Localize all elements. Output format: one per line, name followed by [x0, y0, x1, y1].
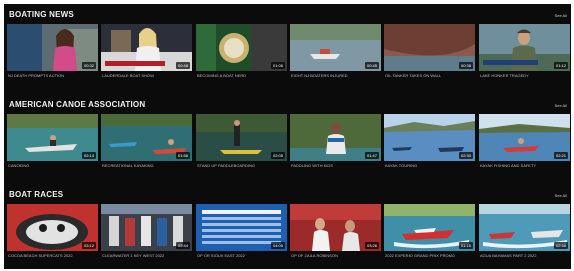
video-thumbnail[interactable]: 02:58 [479, 204, 570, 251]
video-thumbnail[interactable]: 01:12 [479, 24, 570, 71]
video-row: 02:14 CANOEING 01:58 RECREATIONAL KAYAKI… [7, 114, 570, 169]
duration-badge: 01:06 [270, 62, 285, 69]
video-card[interactable]: 02:30 KAYAK TOURING [384, 114, 475, 169]
video-caption[interactable]: RECREATIONAL KAYAKING [102, 163, 191, 168]
duration-badge: 00:32 [81, 62, 96, 69]
video-caption[interactable]: CANOEING [8, 163, 97, 168]
video-caption[interactable]: 2022 EXPERIO GRAND PRIX PROMO [385, 253, 474, 258]
video-caption[interactable]: KAYAK FISHING AND SAFETY [480, 163, 569, 168]
video-caption[interactable]: EIGHT NJ BOATERS INJURED [291, 73, 380, 78]
video-card[interactable]: 00:32 NJ DEATH PROMPTS ACTION [7, 24, 98, 79]
video-card[interactable]: 00:48 LAUDERDALE BOAT SHOW [101, 24, 192, 79]
duration-badge: 02:14 [81, 152, 96, 159]
video-card[interactable]: 02:05 STAND UP PADDLEBOARDING [196, 114, 287, 169]
duration-badge: 02:05 [270, 152, 285, 159]
video-card[interactable]: 02:58 AGUA BAHAMAS PART 2 2022 [479, 204, 570, 259]
duration-badge: 00:45 [364, 62, 379, 69]
section-header: AMERICAN CANOE ASSOCIATION See All [4, 97, 571, 111]
video-caption[interactable]: KAYAK TOURING [385, 163, 474, 168]
video-row: 03:12 COCOA BEACH SUPERCATS 2022 02:44 C… [7, 204, 570, 259]
section-header: BOAT RACES See All [4, 187, 571, 201]
video-gallery: BOATING NEWS See All 00:32 NJ DEATH PROM… [4, 4, 571, 269]
video-card[interactable]: 02:21 KAYAK FISHING AND SAFETY [479, 114, 570, 169]
video-thumbnail[interactable]: 03:12 [7, 204, 98, 251]
video-card[interactable]: 00:38 OIL TANKER TAKES ON WALL [384, 24, 475, 79]
video-card[interactable]: 02:14 CANOEING [7, 114, 98, 169]
video-thumbnail[interactable]: 00:45 [290, 24, 381, 71]
video-thumbnail[interactable]: 02:30 [384, 114, 475, 161]
duration-badge: 03:12 [81, 242, 96, 249]
duration-badge: 01:58 [175, 152, 190, 159]
video-card[interactable]: 01:47 PADDLING WITH KIDS [290, 114, 381, 169]
video-card[interactable]: 01:58 RECREATIONAL KAYAKING [101, 114, 192, 169]
video-card[interactable]: 01:12 LAKE HONKER TRAGEDY [479, 24, 570, 79]
video-card[interactable]: 01:15 2022 EXPERIO GRAND PRIX PROMO [384, 204, 475, 259]
video-caption[interactable]: BECOMING A BOAT NERD [197, 73, 286, 78]
duration-badge: 01:12 [553, 62, 568, 69]
video-row: 00:32 NJ DEATH PROMPTS ACTION 00:48 LAUD… [7, 24, 570, 79]
video-caption[interactable]: OIL TANKER TAKES ON WALL [385, 73, 474, 78]
video-card[interactable]: 04:05 OP OR SIOUX EAST 2022 [196, 204, 287, 259]
video-thumbnail[interactable]: 02:05 [196, 114, 287, 161]
duration-badge: 02:21 [553, 152, 568, 159]
video-thumbnail[interactable]: 00:48 [101, 24, 192, 71]
video-card[interactable]: 03:26 OP OF ZAILA ROBINSON [290, 204, 381, 259]
video-thumbnail[interactable]: 02:14 [7, 114, 98, 161]
video-card[interactable]: 03:12 COCOA BEACH SUPERCATS 2022 [7, 204, 98, 259]
video-caption[interactable]: PADDLING WITH KIDS [291, 163, 380, 168]
video-caption[interactable]: COCOA BEACH SUPERCATS 2022 [8, 253, 97, 258]
section-title: AMERICAN CANOE ASSOCIATION [9, 100, 146, 109]
video-card[interactable]: 01:06 BECOMING A BOAT NERD [196, 24, 287, 79]
video-thumbnail[interactable]: 04:05 [196, 204, 287, 251]
duration-badge: 02:58 [553, 242, 568, 249]
section-title: BOATING NEWS [9, 10, 74, 19]
video-thumbnail[interactable]: 01:47 [290, 114, 381, 161]
video-thumbnail[interactable]: 03:26 [290, 204, 381, 251]
video-card[interactable]: 00:45 EIGHT NJ BOATERS INJURED [290, 24, 381, 79]
video-card[interactable]: 02:44 CLEARWATER 1 KEY WEST 2022 [101, 204, 192, 259]
video-caption[interactable]: NJ DEATH PROMPTS ACTION [8, 73, 97, 78]
video-thumbnail[interactable]: 00:32 [7, 24, 98, 71]
see-all-link[interactable]: See All [555, 103, 567, 108]
duration-badge: 01:47 [364, 152, 379, 159]
section-title: BOAT RACES [9, 190, 64, 199]
duration-badge: 02:30 [458, 152, 473, 159]
video-caption[interactable]: CLEARWATER 1 KEY WEST 2022 [102, 253, 191, 258]
video-thumbnail[interactable]: 02:21 [479, 114, 570, 161]
video-caption[interactable]: LAKE HONKER TRAGEDY [480, 73, 569, 78]
video-caption[interactable]: OP OR SIOUX EAST 2022 [197, 253, 286, 258]
duration-badge: 00:38 [458, 62, 473, 69]
see-all-link[interactable]: See All [555, 193, 567, 198]
video-caption[interactable]: OP OF ZAILA ROBINSON [291, 253, 380, 258]
video-caption[interactable]: AGUA BAHAMAS PART 2 2022 [480, 253, 569, 258]
duration-badge: 01:15 [458, 242, 473, 249]
video-thumbnail[interactable]: 01:58 [101, 114, 192, 161]
duration-badge: 03:26 [364, 242, 379, 249]
section-header: BOATING NEWS See All [4, 7, 571, 21]
section-boating-news: BOATING NEWS See All 00:32 NJ DEATH PROM… [4, 7, 571, 78]
duration-badge: 04:05 [270, 242, 285, 249]
video-caption[interactable]: STAND UP PADDLEBOARDING [197, 163, 286, 168]
see-all-link[interactable]: See All [555, 13, 567, 18]
section-american-canoe-association: AMERICAN CANOE ASSOCIATION See All 02:14… [4, 97, 571, 168]
duration-badge: 02:44 [175, 242, 190, 249]
video-thumbnail[interactable]: 01:06 [196, 24, 287, 71]
video-thumbnail[interactable]: 02:44 [101, 204, 192, 251]
section-boat-races: BOAT RACES See All 03:12 COCOA BEACH SUP… [4, 187, 571, 258]
video-thumbnail[interactable]: 00:38 [384, 24, 475, 71]
video-thumbnail[interactable]: 01:15 [384, 204, 475, 251]
duration-badge: 00:48 [175, 62, 190, 69]
video-caption[interactable]: LAUDERDALE BOAT SHOW [102, 73, 191, 78]
